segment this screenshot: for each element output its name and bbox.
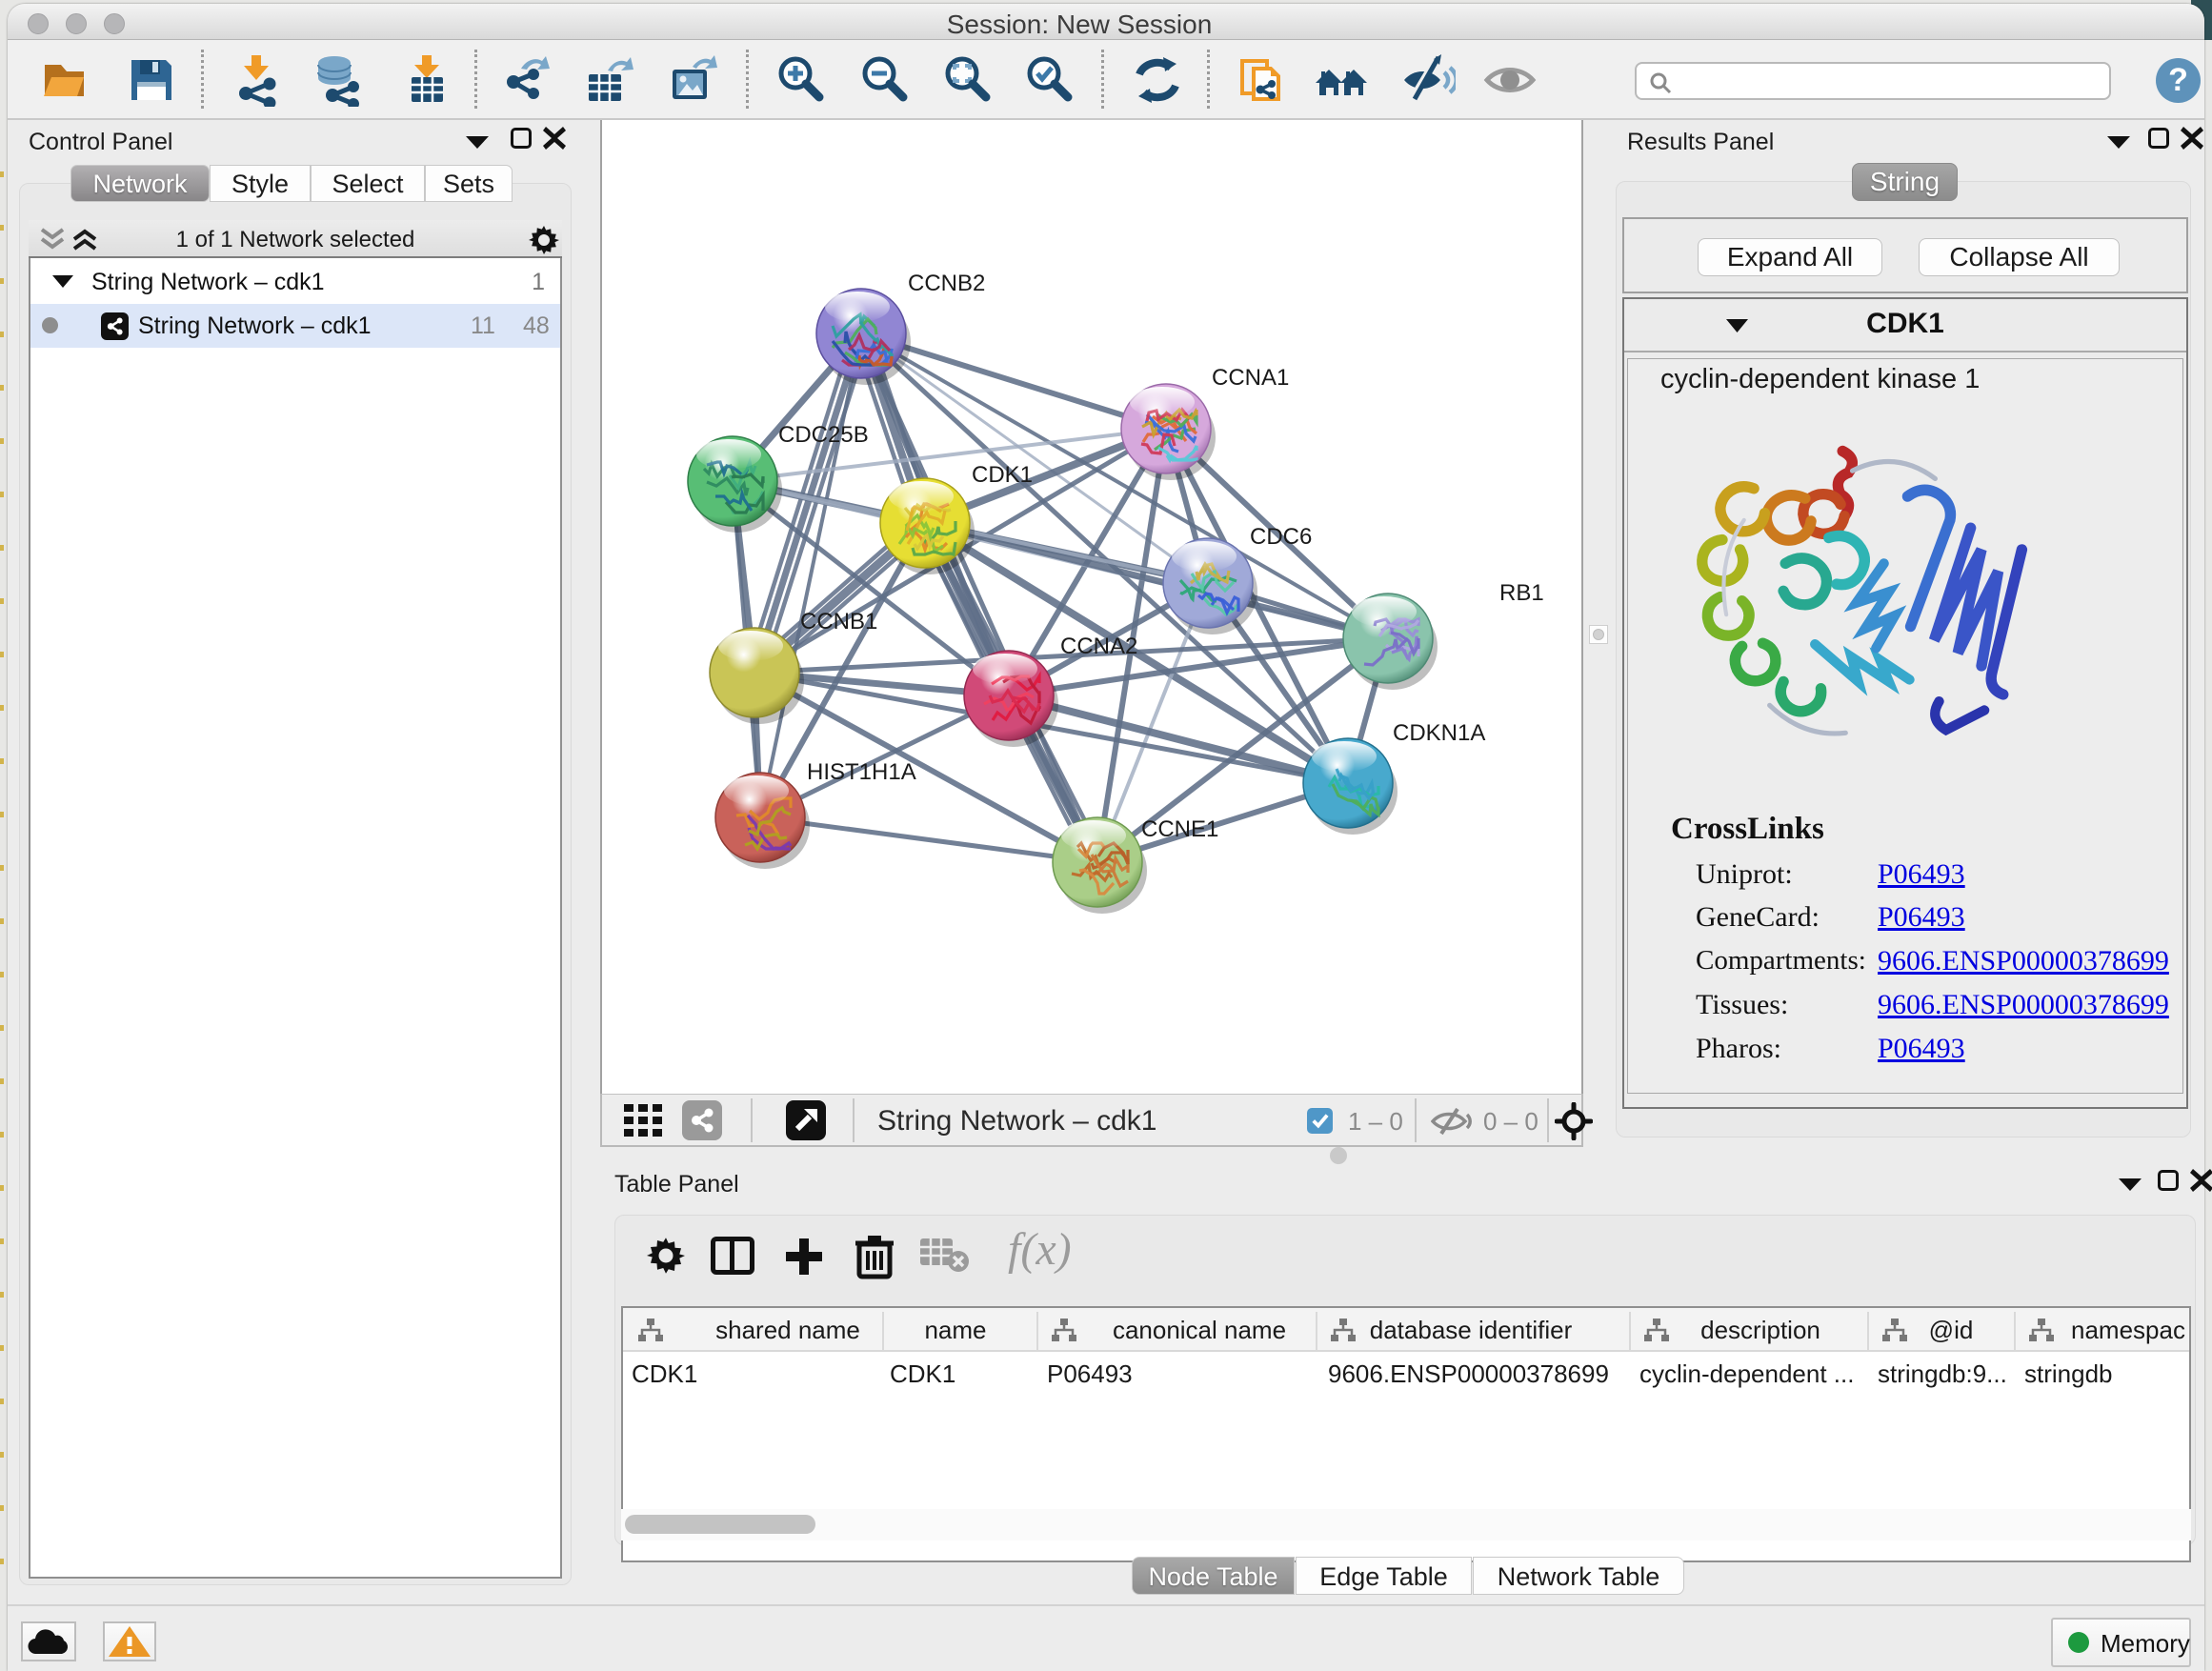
svg-text:HIST1H1A: HIST1H1A bbox=[807, 759, 916, 785]
svg-text:CDKN1A: CDKN1A bbox=[1393, 720, 1485, 746]
svg-text:RB1: RB1 bbox=[1499, 580, 1544, 606]
svg-text:CCNE1: CCNE1 bbox=[1141, 816, 1218, 842]
svg-text:CCNA1: CCNA1 bbox=[1212, 365, 1289, 391]
svg-text:CCNB2: CCNB2 bbox=[908, 271, 985, 296]
svg-text:CDC25B: CDC25B bbox=[778, 422, 869, 448]
svg-text:CCNA2: CCNA2 bbox=[1060, 634, 1137, 659]
svg-text:CDC6: CDC6 bbox=[1250, 524, 1312, 550]
svg-text:CCNB1: CCNB1 bbox=[800, 609, 877, 634]
svg-text:CDK1: CDK1 bbox=[972, 462, 1033, 488]
